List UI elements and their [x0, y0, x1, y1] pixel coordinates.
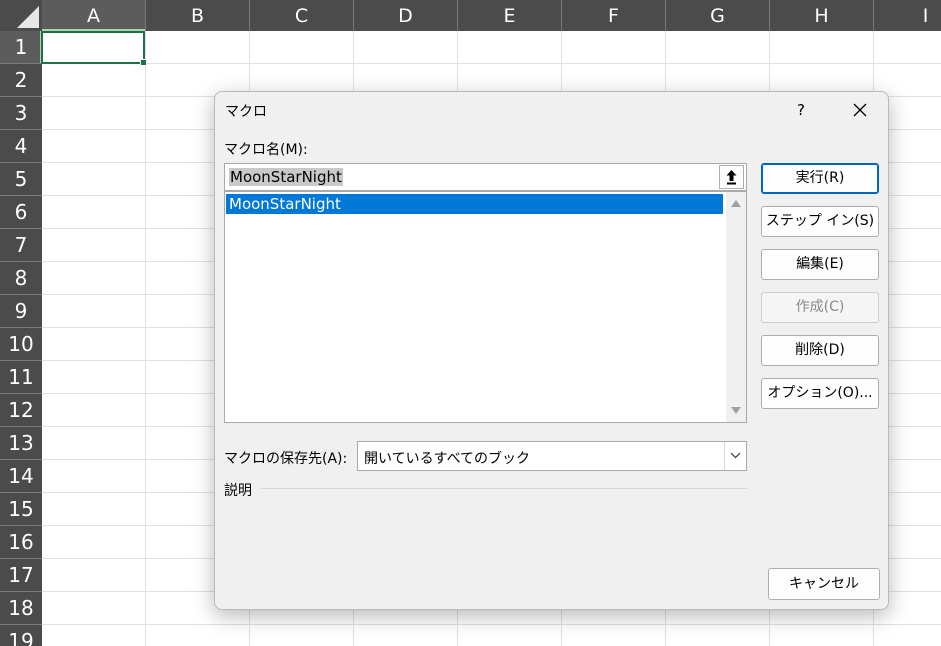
column-header[interactable]: F: [562, 0, 666, 31]
column-header[interactable]: I: [874, 0, 941, 31]
column-header[interactable]: G: [666, 0, 770, 31]
column-header[interactable]: C: [250, 0, 354, 31]
active-cell-a1[interactable]: [41, 31, 147, 66]
step-in-button[interactable]: ステップ イン(S): [761, 206, 879, 237]
ref-edit-button[interactable]: [719, 165, 744, 189]
row-header[interactable]: 13: [0, 427, 42, 460]
scroll-up-icon[interactable]: [731, 200, 741, 207]
row-header[interactable]: 4: [0, 130, 42, 163]
dropdown-button[interactable]: [724, 442, 746, 470]
dialog-title: マクロ: [225, 104, 267, 120]
row-header[interactable]: 3: [0, 97, 42, 130]
row-header[interactable]: 16: [0, 526, 42, 559]
store-location-value: 開いているすべてのブック: [364, 451, 531, 467]
row-header[interactable]: 1: [0, 31, 42, 64]
column-header[interactable]: H: [770, 0, 874, 31]
row-header[interactable]: 6: [0, 196, 42, 229]
column-header[interactable]: E: [458, 0, 562, 31]
row-header[interactable]: 5: [0, 163, 42, 196]
upload-arrow-icon: [726, 170, 737, 185]
scroll-down-icon[interactable]: [731, 407, 741, 414]
row-header[interactable]: 17: [0, 559, 42, 592]
help-button[interactable]: ?: [786, 95, 816, 125]
close-button[interactable]: [843, 95, 877, 125]
row-header[interactable]: 15: [0, 493, 42, 526]
close-icon: [853, 103, 867, 117]
row-header[interactable]: 2: [0, 64, 42, 97]
list-scrollbar[interactable]: [726, 192, 746, 422]
delete-button[interactable]: 削除(D): [761, 335, 879, 366]
run-button[interactable]: 実行(R): [761, 163, 879, 194]
column-headers: A B C D E F G H I: [42, 0, 941, 31]
description-divider: [261, 488, 747, 489]
create-button[interactable]: 作成(C): [761, 292, 879, 323]
macro-name-value: MoonStarNight: [229, 168, 343, 186]
select-all-triangle-icon: [17, 6, 39, 28]
row-header[interactable]: 12: [0, 394, 42, 427]
description-label: 説明: [224, 483, 252, 499]
column-header[interactable]: D: [354, 0, 458, 31]
column-header[interactable]: A: [42, 0, 146, 31]
row-header[interactable]: 9: [0, 295, 42, 328]
row-header[interactable]: 19: [0, 625, 42, 646]
store-location-label: マクロの保存先(A):: [224, 451, 348, 467]
macro-name-label: マクロ名(M):: [224, 142, 308, 158]
row-header[interactable]: 14: [0, 460, 42, 493]
macro-list[interactable]: MoonStarNight: [224, 191, 747, 423]
row-headers: 1 2 3 4 5 6 7 8 9 10 11 12 13 14 15 16 1…: [0, 31, 42, 646]
list-item[interactable]: MoonStarNight: [226, 194, 723, 214]
row-header[interactable]: 18: [0, 592, 42, 625]
options-button[interactable]: オプション(O)...: [761, 378, 879, 409]
fill-handle[interactable]: [140, 59, 147, 66]
row-header[interactable]: 11: [0, 361, 42, 394]
macro-dialog: マクロ ? マクロ名(M): MoonStarNight MoonStarNig…: [214, 91, 889, 610]
cancel-button[interactable]: キャンセル: [768, 568, 880, 600]
store-location-select[interactable]: 開いているすべてのブック: [357, 441, 747, 471]
row-header[interactable]: 8: [0, 262, 42, 295]
chevron-down-icon: [730, 452, 741, 459]
edit-button[interactable]: 編集(E): [761, 249, 879, 280]
column-header[interactable]: B: [146, 0, 250, 31]
select-all-corner[interactable]: [0, 0, 42, 31]
row-header[interactable]: 10: [0, 328, 42, 361]
macro-name-input[interactable]: MoonStarNight: [224, 163, 747, 191]
row-header[interactable]: 7: [0, 229, 42, 262]
